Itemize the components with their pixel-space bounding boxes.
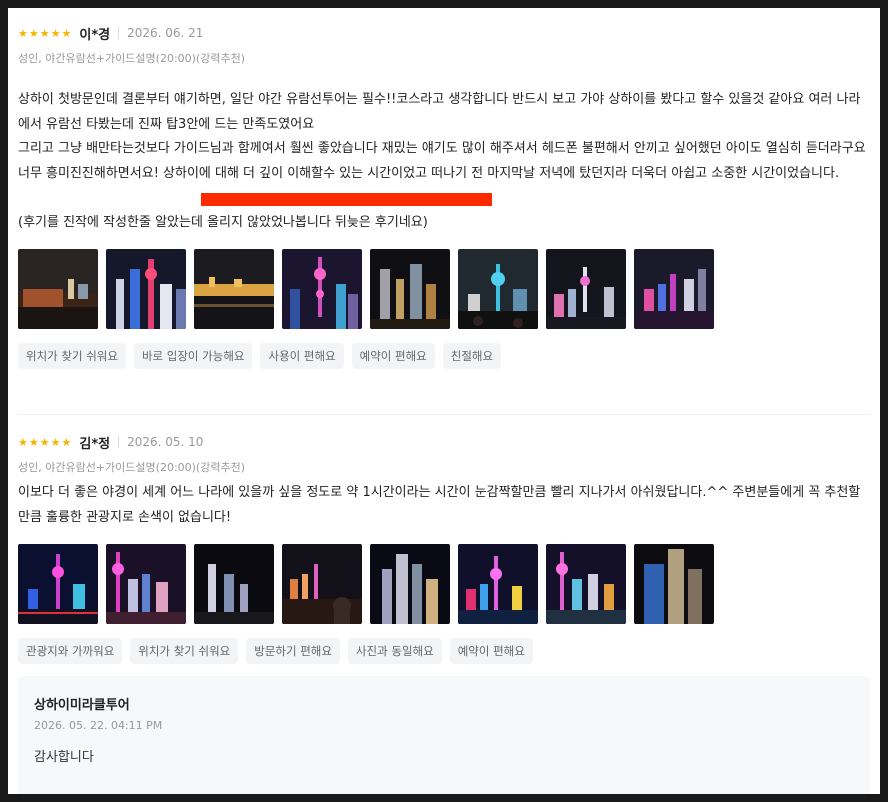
tag-chip[interactable]: 바로 입장이 가능해요 xyxy=(133,343,253,369)
review-tags: 관광지와 가까워요 위치가 찾기 쉬워요 방문하기 편해요 사진과 동일해요 예… xyxy=(18,638,870,664)
tag-chip[interactable]: 사진과 동일해요 xyxy=(347,638,442,664)
tag-chip[interactable]: 예약이 편해요 xyxy=(449,638,533,664)
review-photo[interactable] xyxy=(546,544,626,624)
tag-chip[interactable]: 관광지와 가까워요 xyxy=(18,638,123,664)
star-icon: ★ xyxy=(50,26,61,40)
review-date: 2026. 06. 21 xyxy=(127,26,204,40)
product-option: 성인, 야간유람선+가이드설명(20:00)(강력추천) xyxy=(18,52,245,65)
tag-chip[interactable]: 위치가 찾기 쉬워요 xyxy=(18,343,126,369)
reply-text: 감사합니다 xyxy=(34,750,94,765)
review-list: ★ ★ ★ ★ ★ 이*경 2026. 06. 21 성인, 야간유람선+가이드… xyxy=(8,8,880,794)
product-option: 성인, 야간유람선+가이드설명(20:00)(강력추천) xyxy=(18,461,245,474)
review-photo[interactable] xyxy=(546,249,626,329)
star-icon: ★ xyxy=(61,26,72,40)
review-photo[interactable] xyxy=(194,544,274,624)
review-body: 이보다 더 좋은 야경이 세계 어느 나라에 있을까 싶을 정도로 약 1시간이… xyxy=(18,485,861,525)
reviewer-name: 김*정 xyxy=(79,436,111,452)
review-photo[interactable] xyxy=(370,249,450,329)
star-icon: ★ xyxy=(28,26,39,40)
divider xyxy=(118,436,120,448)
review-photo[interactable] xyxy=(458,249,538,329)
review-body: 상하이 첫방문인데 결론부터 얘기하면, 일단 야간 유람선투어는 필수!!코스… xyxy=(18,92,866,230)
tag-chip[interactable]: 방문하기 편해요 xyxy=(246,638,340,664)
seller-reply: 상하이미라클투어 2026. 05. 22. 04:11 PM 감사합니다 xyxy=(18,676,870,794)
star-icon: ★ xyxy=(18,435,28,449)
review-photo[interactable] xyxy=(18,249,98,329)
review-photo[interactable] xyxy=(106,249,186,329)
tag-chip[interactable]: 사용이 편해요 xyxy=(260,343,344,369)
review-photo[interactable] xyxy=(282,544,362,624)
star-icon: ★ xyxy=(61,435,72,449)
star-icon: ★ xyxy=(39,435,50,449)
review-photo[interactable] xyxy=(194,249,274,329)
star-icon: ★ xyxy=(28,435,39,449)
review-header: ★ ★ ★ ★ ★ 김*정 2026. 05. 10 xyxy=(18,431,870,453)
star-rating: ★ ★ ★ ★ ★ xyxy=(18,437,71,448)
review-header: ★ ★ ★ ★ ★ 이*경 2026. 06. 21 xyxy=(18,22,870,44)
review-card-2: ★ ★ ★ ★ ★ 김*정 2026. 05. 10 성인, 야간유람선+가이드… xyxy=(18,431,870,664)
highlight-underline xyxy=(201,193,492,206)
review-tags: 위치가 찾기 쉬워요 바로 입장이 가능해요 사용이 편해요 예약이 편해요 친… xyxy=(18,343,870,369)
reviewer-name: 이*경 xyxy=(79,27,111,43)
review-photo[interactable] xyxy=(634,544,714,624)
seller-name: 상하이미라클투어 xyxy=(34,698,130,713)
review-photo[interactable] xyxy=(634,249,714,329)
review-photos xyxy=(18,544,870,624)
review-photo[interactable] xyxy=(282,249,362,329)
review-photo[interactable] xyxy=(458,544,538,624)
reply-date: 2026. 05. 22. 04:11 PM xyxy=(34,719,163,732)
review-photo[interactable] xyxy=(106,544,186,624)
review-divider xyxy=(18,414,870,415)
divider xyxy=(118,27,120,39)
review-photo[interactable] xyxy=(370,544,450,624)
tag-chip[interactable]: 위치가 찾기 쉬워요 xyxy=(130,638,239,664)
review-photos xyxy=(18,249,870,329)
star-rating: ★ ★ ★ ★ ★ xyxy=(18,28,71,39)
star-icon: ★ xyxy=(50,435,61,449)
star-icon: ★ xyxy=(39,26,50,40)
review-date: 2026. 05. 10 xyxy=(127,435,204,449)
tag-chip[interactable]: 친절해요 xyxy=(442,343,502,369)
star-icon: ★ xyxy=(18,26,28,40)
review-photo[interactable] xyxy=(18,544,98,624)
tag-chip[interactable]: 예약이 편해요 xyxy=(351,343,435,369)
